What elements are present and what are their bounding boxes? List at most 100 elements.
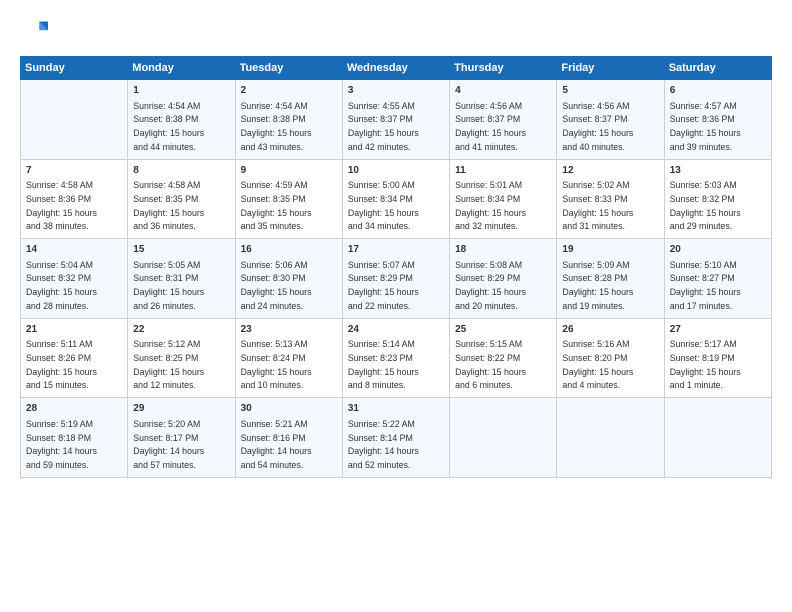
logo [20, 18, 52, 46]
day-info: Sunrise: 5:14 AM Sunset: 8:23 PM Dayligh… [348, 339, 419, 390]
day-cell: 19 Sunrise: 5:09 AM Sunset: 8:28 PM Dayli… [557, 239, 664, 319]
day-cell: 26Sunrise: 5:16 AM Sunset: 8:20 PM Dayli… [557, 318, 664, 398]
day-number: 5 [562, 84, 658, 99]
week-row-2: 7Sunrise: 4:58 AM Sunset: 8:36 PM Daylig… [21, 159, 772, 239]
day-cell: 2Sunrise: 4:54 AM Sunset: 8:38 PM Daylig… [235, 80, 342, 160]
calendar-table: SundayMondayTuesdayWednesdayThursdayFrid… [20, 56, 772, 478]
day-number: 22 [133, 323, 229, 338]
week-row-3: 14 Sunrise: 5:04 AM Sunset: 8:32 PM Dayli… [21, 239, 772, 319]
day-number: 28 [26, 402, 122, 417]
day-cell [557, 398, 664, 478]
day-info: Sunrise: 5:17 AM Sunset: 8:19 PM Dayligh… [670, 339, 741, 390]
day-info: Sunrise: 5:04 AM Sunset: 8:32 PM Dayligh… [26, 260, 97, 311]
header-cell-thursday: Thursday [450, 57, 557, 80]
day-info: Sunrise: 4:59 AM Sunset: 8:35 PM Dayligh… [241, 180, 312, 231]
day-info: Sunrise: 5:16 AM Sunset: 8:20 PM Dayligh… [562, 339, 633, 390]
day-cell: 8Sunrise: 4:58 AM Sunset: 8:35 PM Daylig… [128, 159, 235, 239]
week-row-1: 1 Sunrise: 4:54 AM Sunset: 8:38 PM Daylig… [21, 80, 772, 160]
day-number: 11 [455, 164, 551, 179]
logo-icon [20, 18, 48, 46]
day-number: 2 [241, 84, 337, 99]
week-row-5: 28 Sunrise: 5:19 AM Sunset: 8:18 PM Dayli… [21, 398, 772, 478]
day-cell: 24Sunrise: 5:14 AM Sunset: 8:23 PM Dayli… [342, 318, 449, 398]
day-cell: 23Sunrise: 5:13 AM Sunset: 8:24 PM Dayli… [235, 318, 342, 398]
day-info: Sunrise: 5:06 AM Sunset: 8:30 PM Dayligh… [241, 260, 312, 311]
header-cell-sunday: Sunday [21, 57, 128, 80]
day-info: Sunrise: 5:22 AM Sunset: 8:14 PM Dayligh… [348, 419, 419, 470]
header-cell-wednesday: Wednesday [342, 57, 449, 80]
day-cell: 10Sunrise: 5:00 AM Sunset: 8:34 PM Dayli… [342, 159, 449, 239]
day-cell: 18 Sunrise: 5:08 AM Sunset: 8:29 PM Dayli… [450, 239, 557, 319]
day-cell: 4 Sunrise: 4:56 AM Sunset: 8:37 PM Daylig… [450, 80, 557, 160]
day-cell: 14 Sunrise: 5:04 AM Sunset: 8:32 PM Dayli… [21, 239, 128, 319]
day-cell: 13Sunrise: 5:03 AM Sunset: 8:32 PM Dayli… [664, 159, 771, 239]
day-cell [21, 80, 128, 160]
day-number: 6 [670, 84, 766, 99]
day-info: Sunrise: 5:00 AM Sunset: 8:34 PM Dayligh… [348, 180, 419, 231]
day-number: 3 [348, 84, 444, 99]
day-cell: 30 Sunrise: 5:21 AM Sunset: 8:16 PM Dayli… [235, 398, 342, 478]
day-cell: 17 Sunrise: 5:07 AM Sunset: 8:29 PM Dayli… [342, 239, 449, 319]
day-info: Sunrise: 4:54 AM Sunset: 8:38 PM Dayligh… [133, 101, 204, 152]
day-info: Sunrise: 5:13 AM Sunset: 8:24 PM Dayligh… [241, 339, 312, 390]
day-cell: 5Sunrise: 4:56 AM Sunset: 8:37 PM Daylig… [557, 80, 664, 160]
day-cell: 12Sunrise: 5:02 AM Sunset: 8:33 PM Dayli… [557, 159, 664, 239]
day-info: Sunrise: 5:12 AM Sunset: 8:25 PM Dayligh… [133, 339, 204, 390]
day-info: Sunrise: 4:58 AM Sunset: 8:35 PM Dayligh… [133, 180, 204, 231]
day-number: 27 [670, 323, 766, 338]
day-info: Sunrise: 5:07 AM Sunset: 8:29 PM Dayligh… [348, 260, 419, 311]
day-info: Sunrise: 4:56 AM Sunset: 8:37 PM Dayligh… [455, 101, 526, 152]
day-number: 25 [455, 323, 551, 338]
day-info: Sunrise: 4:57 AM Sunset: 8:36 PM Dayligh… [670, 101, 741, 152]
day-cell: 21Sunrise: 5:11 AM Sunset: 8:26 PM Dayli… [21, 318, 128, 398]
day-info: Sunrise: 5:02 AM Sunset: 8:33 PM Dayligh… [562, 180, 633, 231]
day-cell: 1 Sunrise: 4:54 AM Sunset: 8:38 PM Daylig… [128, 80, 235, 160]
day-number: 4 [455, 84, 551, 99]
day-number: 24 [348, 323, 444, 338]
day-cell: 6 Sunrise: 4:57 AM Sunset: 8:36 PM Daylig… [664, 80, 771, 160]
header-cell-friday: Friday [557, 57, 664, 80]
day-number: 12 [562, 164, 658, 179]
day-number: 13 [670, 164, 766, 179]
day-number: 26 [562, 323, 658, 338]
day-info: Sunrise: 5:09 AM Sunset: 8:28 PM Dayligh… [562, 260, 633, 311]
day-number: 17 [348, 243, 444, 258]
day-cell: 15 Sunrise: 5:05 AM Sunset: 8:31 PM Dayli… [128, 239, 235, 319]
day-cell: 28 Sunrise: 5:19 AM Sunset: 8:18 PM Dayli… [21, 398, 128, 478]
day-cell: 27Sunrise: 5:17 AM Sunset: 8:19 PM Dayli… [664, 318, 771, 398]
day-info: Sunrise: 5:21 AM Sunset: 8:16 PM Dayligh… [241, 419, 312, 470]
day-number: 19 [562, 243, 658, 258]
day-number: 15 [133, 243, 229, 258]
calendar-body: 1 Sunrise: 4:54 AM Sunset: 8:38 PM Daylig… [21, 80, 772, 478]
day-cell: 16Sunrise: 5:06 AM Sunset: 8:30 PM Dayli… [235, 239, 342, 319]
day-number: 30 [241, 402, 337, 417]
day-info: Sunrise: 5:10 AM Sunset: 8:27 PM Dayligh… [670, 260, 741, 311]
day-cell: 9Sunrise: 4:59 AM Sunset: 8:35 PM Daylig… [235, 159, 342, 239]
day-cell: 20Sunrise: 5:10 AM Sunset: 8:27 PM Dayli… [664, 239, 771, 319]
day-number: 1 [133, 84, 229, 99]
day-cell: 3 Sunrise: 4:55 AM Sunset: 8:37 PM Daylig… [342, 80, 449, 160]
day-info: Sunrise: 5:15 AM Sunset: 8:22 PM Dayligh… [455, 339, 526, 390]
day-number: 18 [455, 243, 551, 258]
day-cell [664, 398, 771, 478]
day-number: 14 [26, 243, 122, 258]
header-row: SundayMondayTuesdayWednesdayThursdayFrid… [21, 57, 772, 80]
day-info: Sunrise: 4:55 AM Sunset: 8:37 PM Dayligh… [348, 101, 419, 152]
day-info: Sunrise: 5:19 AM Sunset: 8:18 PM Dayligh… [26, 419, 97, 470]
day-info: Sunrise: 5:05 AM Sunset: 8:31 PM Dayligh… [133, 260, 204, 311]
header-cell-monday: Monday [128, 57, 235, 80]
day-number: 29 [133, 402, 229, 417]
day-cell: 25Sunrise: 5:15 AM Sunset: 8:22 PM Dayli… [450, 318, 557, 398]
day-info: Sunrise: 5:08 AM Sunset: 8:29 PM Dayligh… [455, 260, 526, 311]
day-info: Sunrise: 5:01 AM Sunset: 8:34 PM Dayligh… [455, 180, 526, 231]
day-cell [450, 398, 557, 478]
day-number: 23 [241, 323, 337, 338]
day-info: Sunrise: 5:03 AM Sunset: 8:32 PM Dayligh… [670, 180, 741, 231]
calendar-header: SundayMondayTuesdayWednesdayThursdayFrid… [21, 57, 772, 80]
day-number: 8 [133, 164, 229, 179]
day-info: Sunrise: 4:58 AM Sunset: 8:36 PM Dayligh… [26, 180, 97, 231]
header [20, 18, 772, 46]
day-cell: 11Sunrise: 5:01 AM Sunset: 8:34 PM Dayli… [450, 159, 557, 239]
header-cell-tuesday: Tuesday [235, 57, 342, 80]
week-row-4: 21Sunrise: 5:11 AM Sunset: 8:26 PM Dayli… [21, 318, 772, 398]
